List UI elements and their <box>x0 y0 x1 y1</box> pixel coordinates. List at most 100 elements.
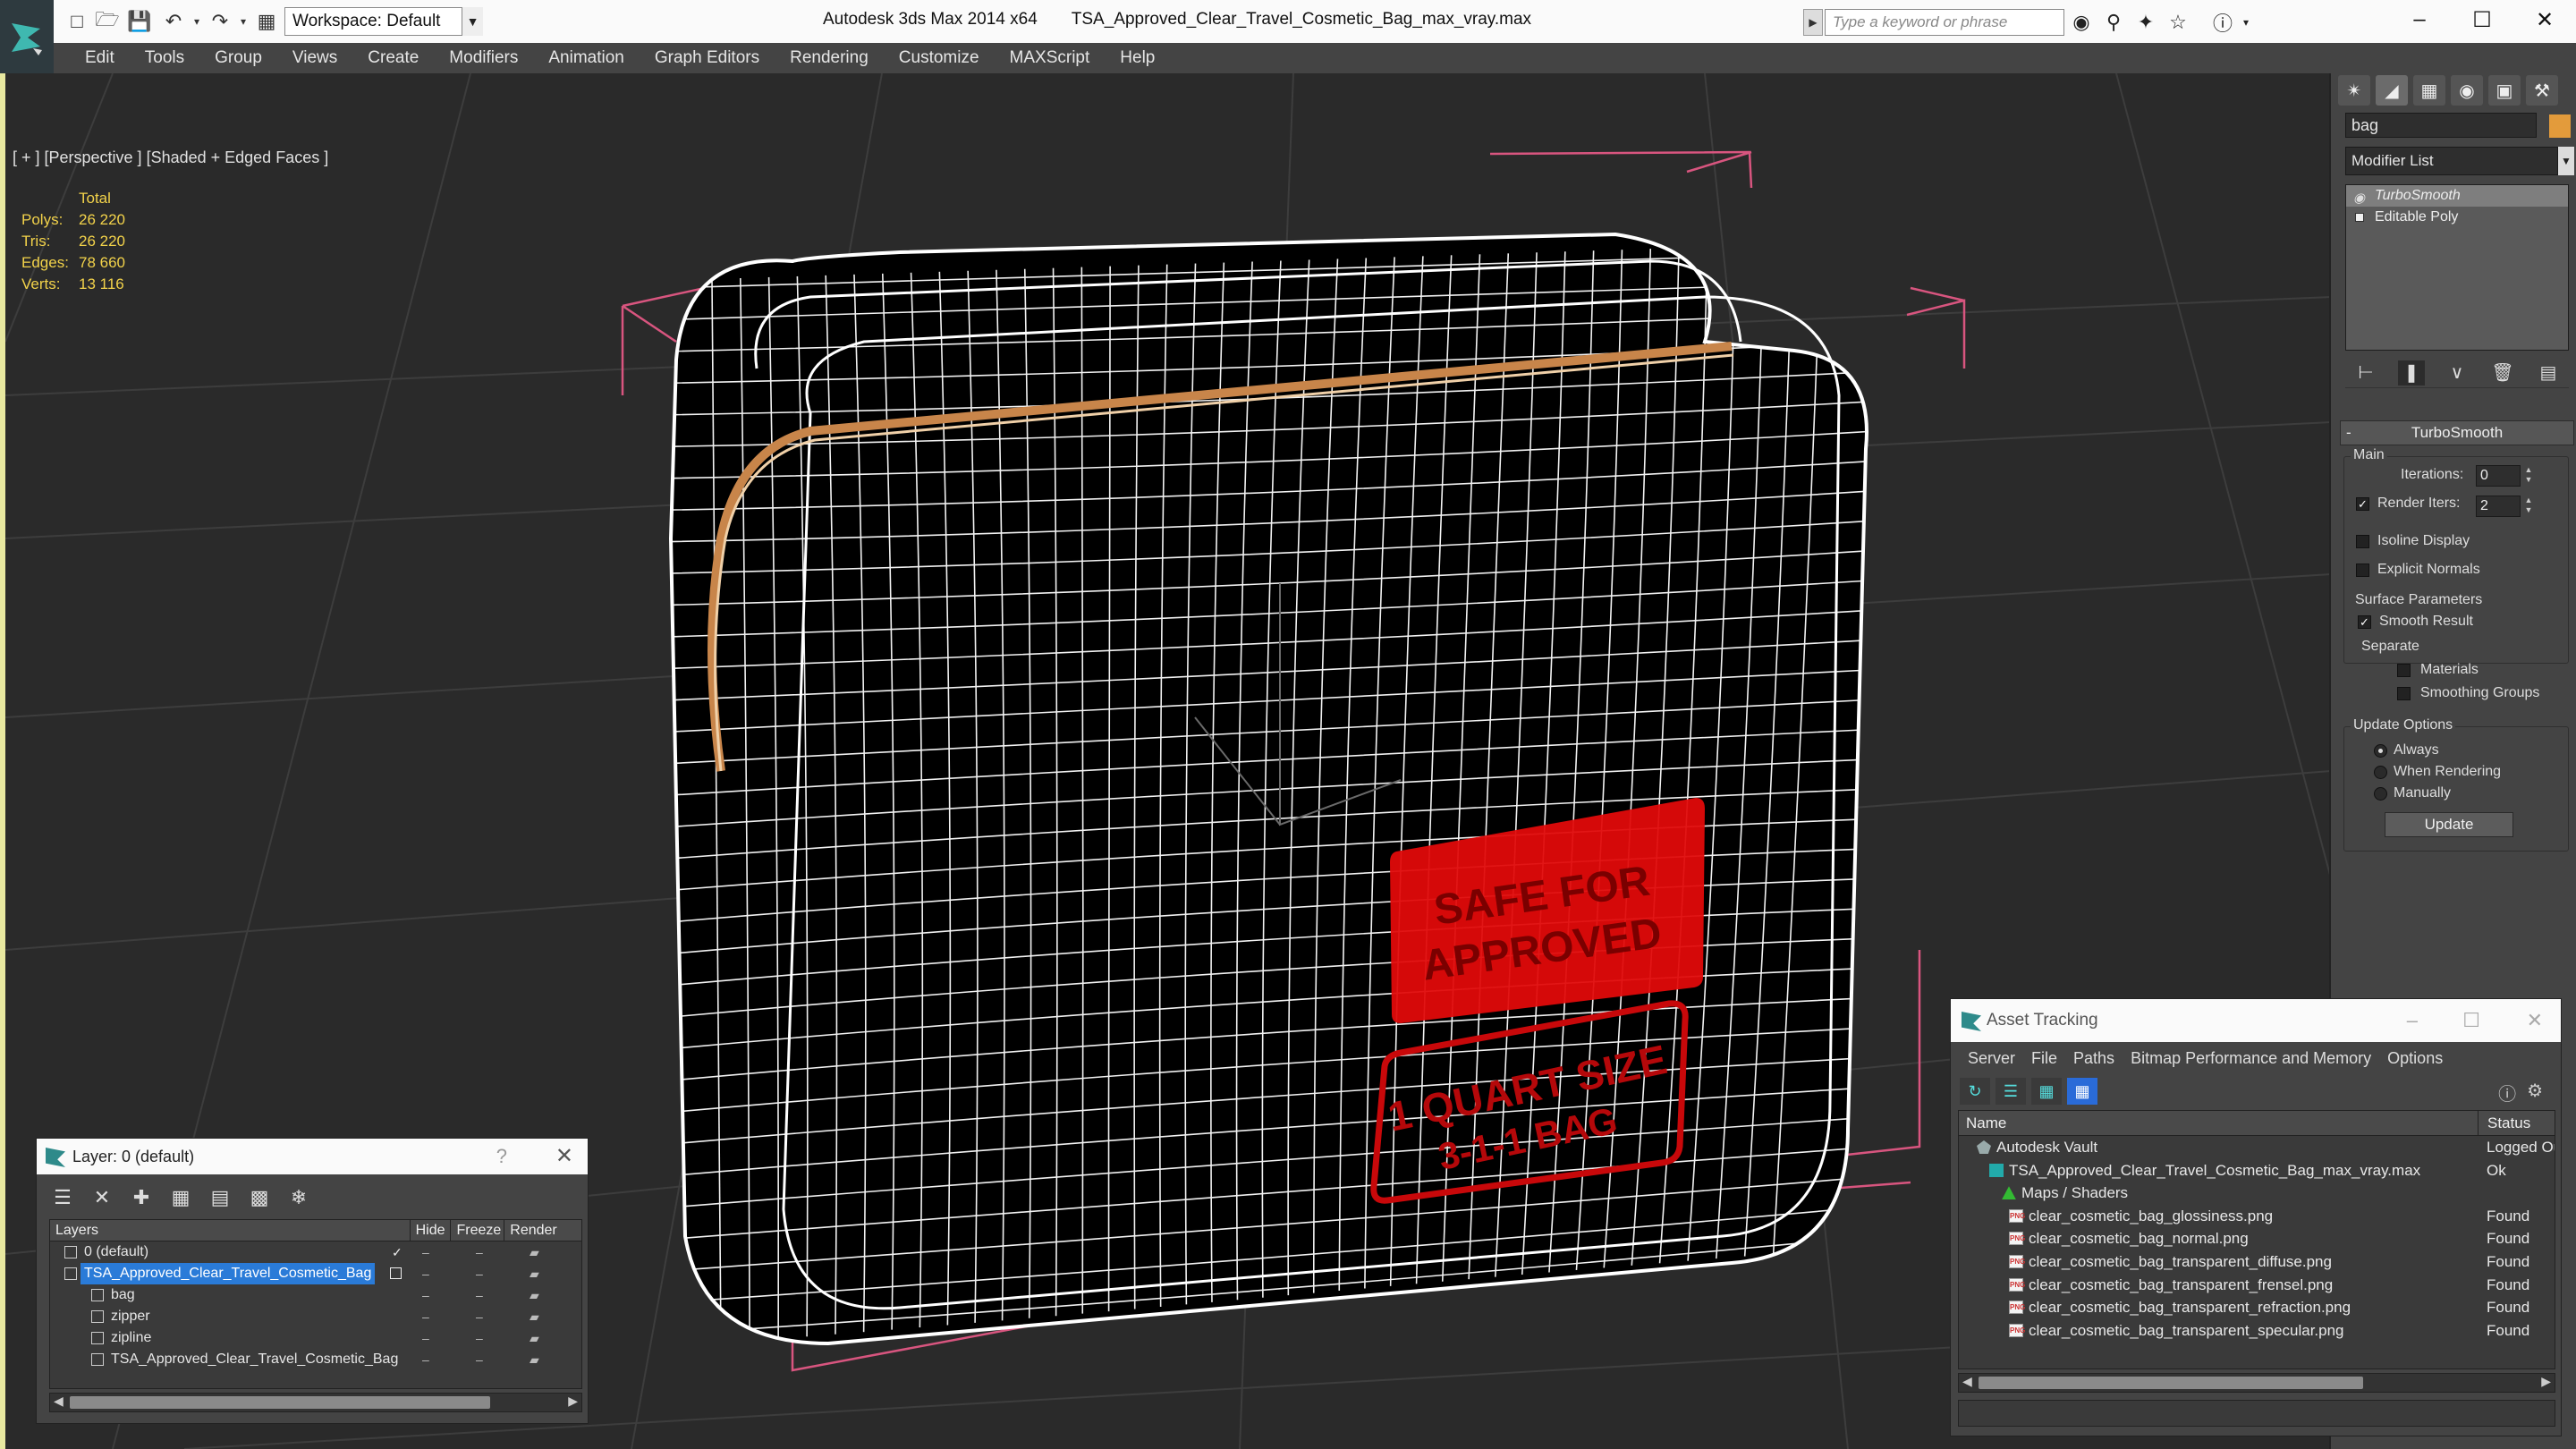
app-logo-icon[interactable] <box>0 0 54 73</box>
remove-modifier-icon[interactable]: 🗑 <box>2489 360 2516 386</box>
layer-row[interactable]: zipper – – ▰ <box>50 1306 581 1327</box>
column-render[interactable]: Render <box>504 1220 581 1241</box>
freeze-toggle-icon[interactable]: – <box>476 1263 483 1284</box>
menu-group[interactable]: Group <box>199 48 277 68</box>
menu-help[interactable]: Help <box>1105 48 1170 68</box>
binoculars-icon[interactable]: ◉ <box>2068 9 2095 36</box>
update-manually-radio[interactable] <box>2374 787 2387 801</box>
close-icon[interactable]: ✕ <box>2527 999 2543 1042</box>
menu-views[interactable]: Views <box>277 48 352 68</box>
highlight-layer-icon[interactable]: ▤ <box>203 1183 237 1212</box>
list-view-icon[interactable]: ☰ <box>1996 1078 2026 1105</box>
hide-toggle-icon[interactable]: – <box>422 1241 429 1263</box>
isoline-display-checkbox[interactable] <box>2356 535 2369 548</box>
communication-center-icon[interactable]: ✦ <box>2132 9 2159 36</box>
set-current-layer-box[interactable] <box>390 1267 402 1279</box>
freeze-toggle-icon[interactable]: – <box>476 1327 483 1349</box>
redo-icon[interactable]: ↷ <box>208 9 233 34</box>
freeze-toggle-icon[interactable]: – <box>476 1241 483 1263</box>
menu-maxscript[interactable]: MAXScript <box>995 48 1106 68</box>
scroll-left-icon[interactable]: ◀ <box>1962 1374 1972 1389</box>
column-layers[interactable]: Layers <box>50 1220 411 1241</box>
horizontal-scrollbar[interactable]: ◀ ▶ <box>49 1393 582 1412</box>
infocenter-search-input[interactable]: Type a keyword or phrase <box>1825 9 2064 36</box>
layer-row[interactable]: TSA_Approved_Clear_Travel_Cosmetic_Bag – –… <box>50 1349 581 1370</box>
column-name[interactable]: Name <box>1966 1111 2006 1136</box>
chevron-down-icon[interactable]: ▼ <box>2558 147 2574 175</box>
freeze-toggle-icon[interactable]: – <box>476 1349 483 1370</box>
stack-item-turbosmooth[interactable]: ◉ TurboSmooth <box>2346 185 2568 207</box>
refresh-icon[interactable]: ↻ <box>1960 1078 1990 1105</box>
select-objects-in-layer-icon[interactable]: ▦ <box>164 1183 198 1212</box>
add-to-layer-icon[interactable]: ✚ <box>124 1183 158 1212</box>
chevron-down-icon[interactable]: ▼ <box>462 7 483 36</box>
column-freeze[interactable]: Freeze <box>451 1220 505 1241</box>
redo-dropdown-icon[interactable]: ▾ <box>231 9 256 34</box>
layer-row[interactable]: zipline – – ▰ <box>50 1327 581 1349</box>
maximize-icon[interactable]: ☐ <box>2462 999 2480 1042</box>
settings-icon[interactable]: ⚙ <box>2527 1080 2543 1106</box>
workspace-dropdown[interactable]: Workspace: Default <box>284 7 483 36</box>
thumbnail-view-icon[interactable]: ▦ <box>2031 1078 2062 1105</box>
subscription-icon[interactable]: ⚲ <box>2100 9 2127 36</box>
spinner-arrows-icon[interactable]: ▲ ▼ <box>2522 465 2535 487</box>
freeze-toggle-icon[interactable]: – <box>476 1284 483 1306</box>
bag-mesh[interactable]: SAFE FOR APPROVED 1 QUART SIZE 3-1-1 BAG <box>667 232 1875 1346</box>
column-hide[interactable]: Hide <box>411 1220 452 1241</box>
spinner-arrows-icon[interactable]: ▲ ▼ <box>2522 496 2535 517</box>
update-always-radio[interactable] <box>2374 744 2387 758</box>
hide-toggle-icon[interactable]: – <box>422 1263 429 1284</box>
make-unique-icon[interactable]: ∨ <box>2444 360 2470 386</box>
turbosmooth-rollout-header[interactable]: - TurboSmooth <box>2340 420 2574 445</box>
iterations-spinner[interactable]: 0 <box>2476 465 2521 487</box>
modify-tab-icon[interactable]: ◢ <box>2376 75 2408 106</box>
render-toggle-icon[interactable]: ▰ <box>530 1306 539 1327</box>
hierarchy-tab-icon[interactable]: ▦ <box>2413 75 2445 106</box>
asset-menu-paths[interactable]: Paths <box>2065 1049 2123 1068</box>
column-status[interactable]: Status <box>2478 1111 2530 1136</box>
stack-item-editable-poly[interactable]: Editable Poly <box>2346 207 2568 228</box>
smoothing-groups-checkbox[interactable] <box>2397 687 2411 700</box>
minimize-icon[interactable]: – <box>2407 999 2418 1042</box>
asset-row[interactable]: PNG clear_cosmetic_bag_glossiness.png Foun… <box>1959 1205 2555 1228</box>
asset-row[interactable]: PNG clear_cosmetic_bag_transparent_refrac… <box>1959 1296 2555 1319</box>
asset-menu-options[interactable]: Options <box>2379 1049 2451 1068</box>
render-toggle-icon[interactable]: ▰ <box>530 1241 539 1263</box>
render-iters-spinner[interactable]: 2 <box>2476 496 2521 517</box>
menu-rendering[interactable]: Rendering <box>775 48 884 68</box>
current-layer-check-icon[interactable]: ✓ <box>392 1241 402 1263</box>
maximize-icon[interactable]: ☐ <box>2451 0 2513 39</box>
render-toggle-icon[interactable]: ▰ <box>530 1263 539 1284</box>
asset-tracking-titlebar[interactable]: Asset Tracking – ☐ ✕ <box>1951 999 2561 1042</box>
save-file-icon[interactable]: 💾 <box>127 9 152 34</box>
asset-row[interactable]: Maps / Shaders <box>1959 1182 2555 1205</box>
object-name-field[interactable]: bag <box>2345 113 2537 138</box>
modifier-list-dropdown[interactable]: Modifier List <box>2345 147 2558 175</box>
configure-sets-icon[interactable]: ▤ <box>2535 360 2562 386</box>
undo-icon[interactable]: ↶ <box>161 9 186 34</box>
hide-toggle-icon[interactable]: – <box>422 1349 429 1370</box>
update-button[interactable]: Update <box>2385 812 2513 837</box>
show-end-result-icon[interactable]: ❚ <box>2398 360 2425 386</box>
materials-checkbox[interactable] <box>2397 664 2411 677</box>
horizontal-scrollbar[interactable]: ◀ ▶ <box>1958 1373 2555 1393</box>
layer-row[interactable]: TSA_Approved_Clear_Travel_Cosmetic_Bag – –… <box>50 1263 581 1284</box>
menu-animation[interactable]: Animation <box>533 48 640 68</box>
menu-create[interactable]: Create <box>352 48 434 68</box>
asset-row[interactable]: PNG clear_cosmetic_bag_transparent_frense… <box>1959 1274 2555 1297</box>
hide-toggle-icon[interactable]: – <box>422 1327 429 1349</box>
update-when-rendering-radio[interactable] <box>2374 766 2387 779</box>
minimize-icon[interactable]: – <box>2388 0 2451 39</box>
render-toggle-icon[interactable]: ▰ <box>530 1327 539 1349</box>
hide-unhide-all-icon[interactable]: ▩ <box>242 1183 276 1212</box>
scroll-right-icon[interactable]: ▶ <box>568 1394 578 1409</box>
render-toggle-icon[interactable]: ▰ <box>530 1349 539 1370</box>
scroll-left-icon[interactable]: ◀ <box>54 1394 64 1409</box>
close-icon[interactable]: ✕ <box>555 1139 573 1174</box>
motion-tab-icon[interactable]: ◉ <box>2451 75 2483 106</box>
expand-plus-icon[interactable] <box>2355 213 2364 222</box>
layer-row[interactable]: 0 (default) ✓ – – ▰ <box>50 1241 581 1263</box>
hide-toggle-icon[interactable]: – <box>422 1306 429 1327</box>
help-icon[interactable]: ⓘ <box>2498 1080 2516 1106</box>
menu-graph-editors[interactable]: Graph Editors <box>640 48 775 68</box>
